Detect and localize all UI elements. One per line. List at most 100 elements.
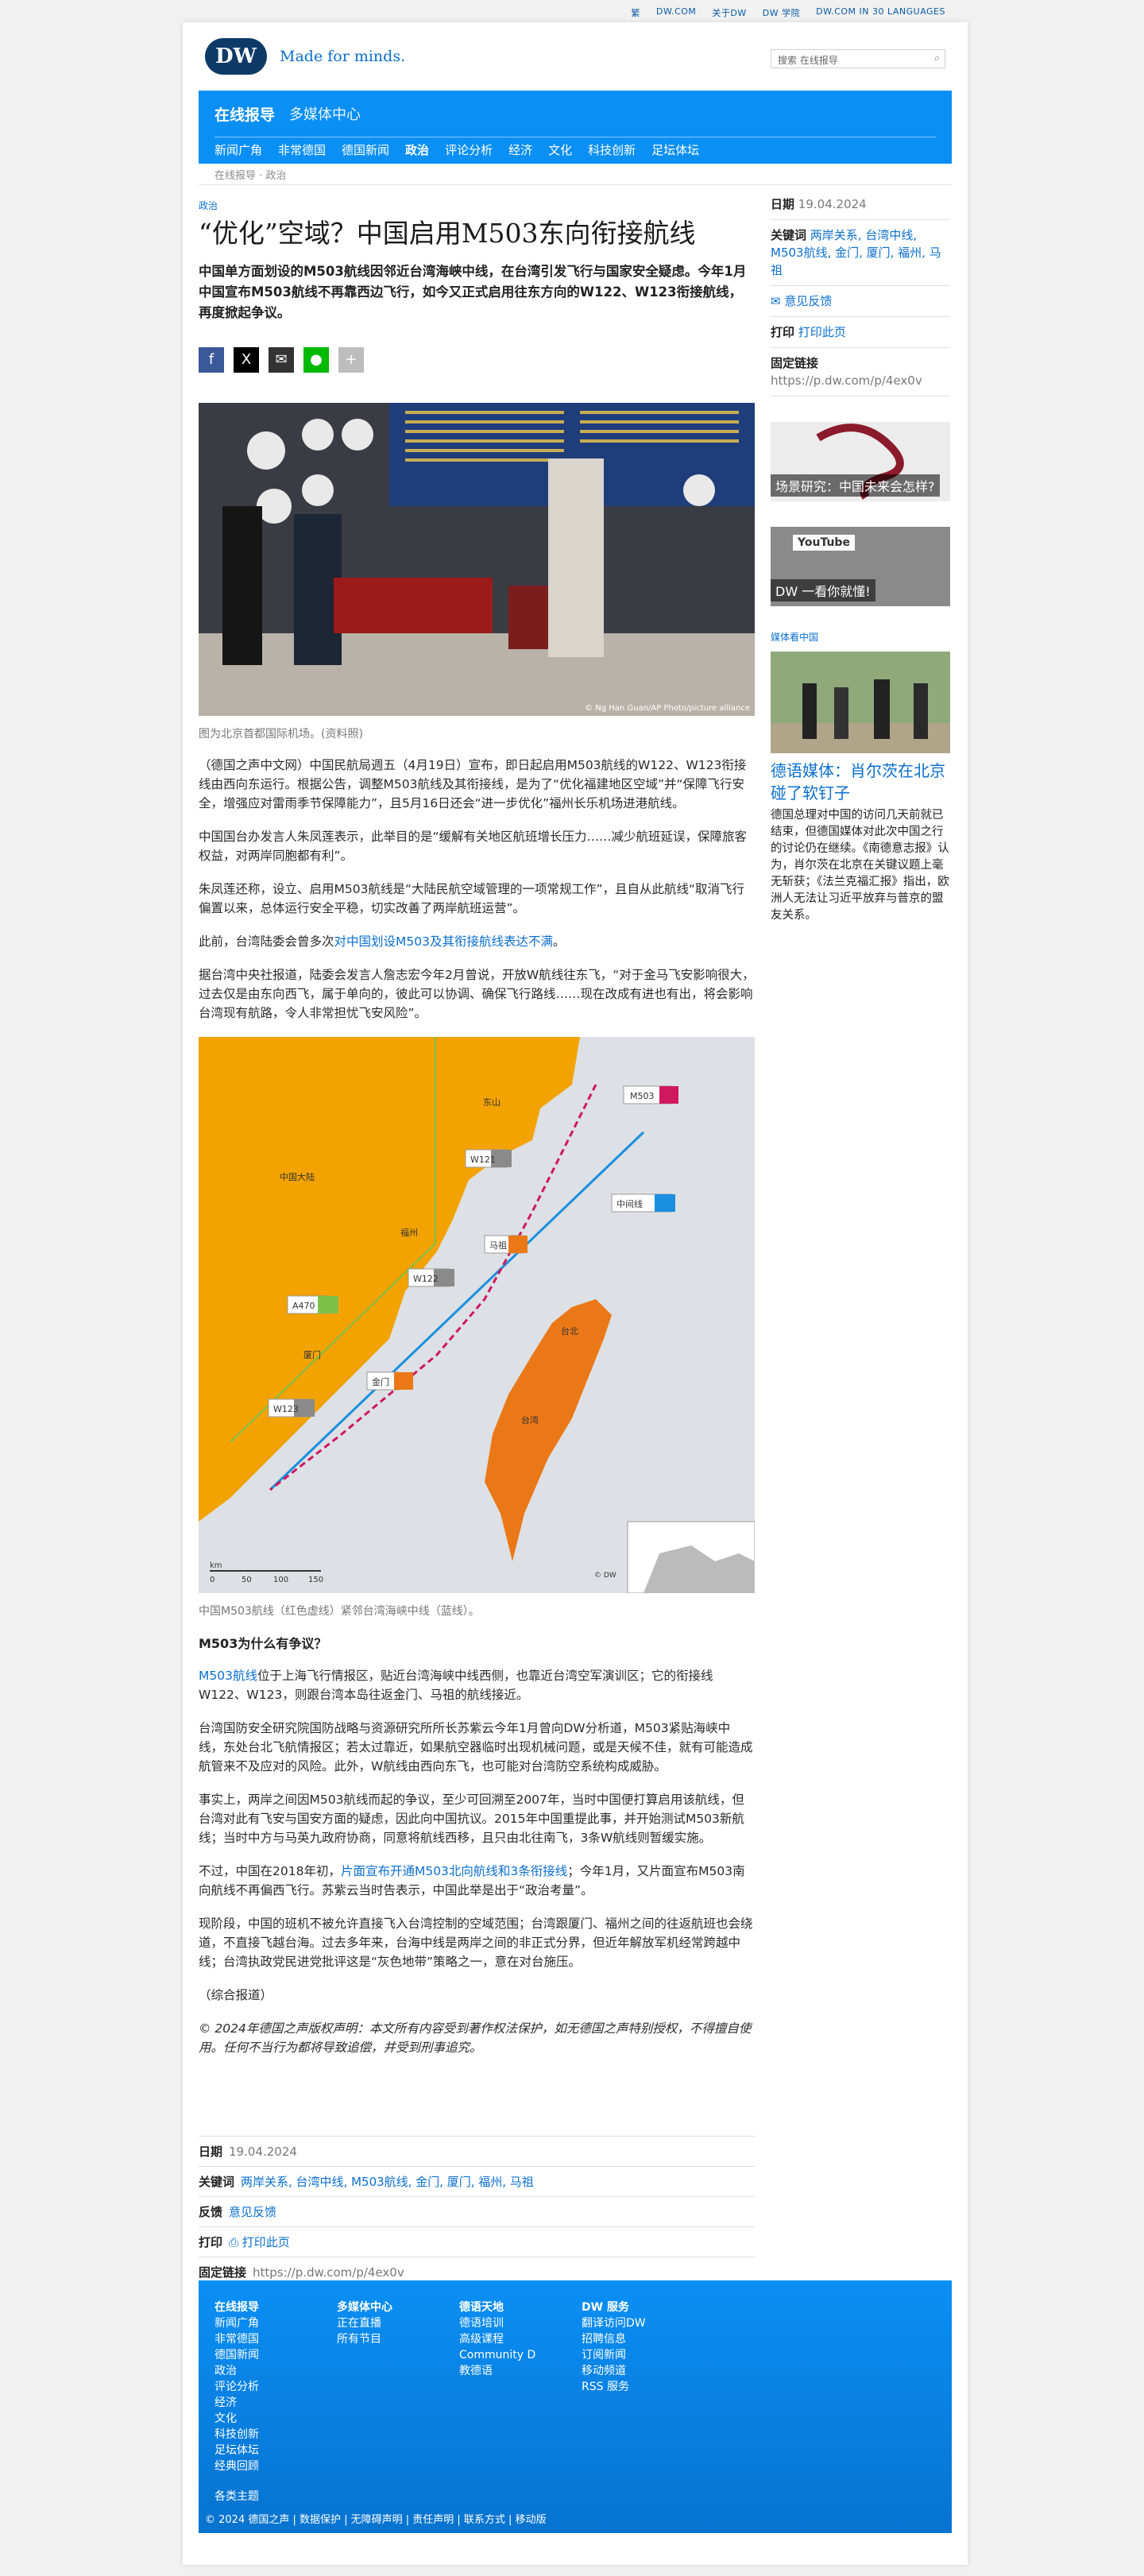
- footer-link[interactable]: 移动频道: [582, 2363, 646, 2379]
- promo-future-china[interactable]: 场景研究：中国未来会怎样?: [771, 422, 950, 501]
- footer-link[interactable]: 高级课程: [459, 2331, 535, 2347]
- nav-item-germany[interactable]: 非常德国: [278, 141, 326, 158]
- text: 。: [552, 934, 566, 949]
- map-label-fuzhou: 福州: [400, 1227, 418, 1238]
- feedback-link[interactable]: 意见反馈: [229, 2205, 276, 2219]
- nav-item-news[interactable]: 新闻广角: [214, 141, 262, 158]
- facebook-icon[interactable]: f: [199, 347, 224, 373]
- promo-label: DW 一看你就懂!: [771, 579, 875, 601]
- line-icon[interactable]: ●: [303, 347, 329, 373]
- article-title: “优化”空域？中国启用M503东向衔接航线: [199, 218, 696, 249]
- permalink[interactable]: https://p.dw.com/p/4ex0v: [771, 373, 922, 388]
- footer-link[interactable]: 所有节目: [337, 2331, 392, 2347]
- feedback-link[interactable]: 意见反馈: [784, 294, 832, 308]
- label: 反馈: [199, 2205, 223, 2219]
- label: 关键词: [199, 2175, 235, 2189]
- map-label-mazu: 马祖: [489, 1240, 507, 1251]
- side-feedback: ✉ 意见反馈: [771, 286, 950, 317]
- promo-label: 场景研究：中国未来会怎样?: [771, 474, 940, 497]
- map-label-a470: A470: [292, 1301, 315, 1311]
- footer-col-service: DW 服务 翻译访问DW 招聘信息 订阅新闻 移动频道 RSS 服务: [582, 2299, 646, 2395]
- side-keywords: 关键词 两岸关系, 台湾中线, M503航线, 金门, 厦门, 福州, 马祖: [771, 220, 950, 286]
- topbar-link-academy[interactable]: DW 学院: [763, 6, 800, 19]
- footer-link[interactable]: 政治: [214, 2363, 259, 2379]
- search-icon[interactable]: ⌕: [934, 52, 940, 64]
- footer-link[interactable]: 招聘信息: [582, 2331, 646, 2347]
- map-svg: M503 中间线 东山 中国大陆 W121 福州 马祖 W122 A470 厦门…: [199, 1037, 755, 1593]
- footer-link[interactable]: 经济: [214, 2395, 259, 2411]
- map-label-median: 中间线: [616, 1198, 643, 1209]
- info-date: 日期 19.04.2024: [199, 2136, 755, 2166]
- nav-item-sports[interactable]: 足坛体坛: [651, 141, 699, 158]
- keyword-links[interactable]: 两岸关系, 台湾中线, M503航线, 金门, 厦门, 福州, 马祖: [241, 2175, 534, 2189]
- paragraph: 不过，中国在2018年初，片面宣布开通M503北向航线和3条衔接线；今年1月，又…: [199, 1862, 755, 1900]
- paragraph: （德国之声中文网）中国民航局週五（4月19日）宣布，即日起启用M503航线的W1…: [199, 758, 747, 810]
- inline-link[interactable]: M503航线: [199, 1669, 257, 1683]
- scholz-photo[interactable]: [771, 652, 950, 753]
- map-label-mainland: 中国大陆: [280, 1171, 315, 1182]
- footer-link[interactable]: 翻译访问DW: [582, 2315, 646, 2331]
- nav-online[interactable]: 在线报导: [214, 103, 275, 125]
- footer-link[interactable]: 非常德国: [214, 2331, 259, 2347]
- dw-logo[interactable]: DW: [205, 38, 267, 75]
- side-print: 打印 打印此页: [771, 317, 950, 348]
- topbar-link-traditional[interactable]: 繁: [632, 6, 641, 19]
- nav-item-economy[interactable]: 经济: [508, 141, 532, 158]
- footer-link[interactable]: 科技创新: [214, 2427, 259, 2443]
- paragraph: 现阶段，中国的班机不被允许直接飞入台湾控制的空域范围；台湾跟厦门、福州之间的往返…: [199, 1917, 753, 1969]
- footer-link[interactable]: 文化: [214, 2411, 259, 2427]
- side-section-title[interactable]: 媒体看中国: [771, 630, 950, 644]
- footer-link[interactable]: 各类主题: [214, 2489, 259, 2504]
- promo-explainer[interactable]: YouTube DW 一看你就懂!: [771, 527, 950, 606]
- nav-item-german-news[interactable]: 德国新闻: [342, 141, 389, 158]
- print-link[interactable]: 打印此页: [242, 2235, 290, 2249]
- footer-heading: 多媒体中心: [337, 2301, 392, 2314]
- footer-link[interactable]: Community D: [459, 2347, 535, 2363]
- sidebar: 日期 19.04.2024 关键词 两岸关系, 台湾中线, M503航线, 金门…: [771, 189, 950, 924]
- footer-link[interactable]: 正在直播: [337, 2315, 392, 2331]
- slogan: Made for minds.: [280, 48, 406, 65]
- nav-item-culture[interactable]: 文化: [548, 141, 572, 158]
- print-link[interactable]: 打印此页: [798, 325, 846, 339]
- topbar-link-languages[interactable]: DW.COM IN 30 LANGUAGES: [816, 6, 945, 19]
- footer-link[interactable]: 新闻广角: [214, 2315, 259, 2331]
- breadcrumb[interactable]: 在线报导 · 政治: [214, 167, 286, 182]
- footer-link[interactable]: 德国新闻: [214, 2347, 259, 2363]
- footer-heading: 德语天地: [459, 2301, 504, 2314]
- inline-link[interactable]: 片面宣布开通M503北向航线和3条衔接线: [341, 1864, 567, 1878]
- paragraph: M503航线位于上海飞行情报区，贴近台湾海峡中线西侧，也靠近台湾空军演训区；它的…: [199, 1666, 755, 1704]
- label: 关键词: [771, 228, 807, 242]
- topbar-link-about[interactable]: 关于DW: [712, 6, 746, 19]
- side-story-title[interactable]: 德语媒体：肖尔茨在北京碰了软钉子: [771, 760, 950, 804]
- footer-link[interactable]: 评论分析: [214, 2379, 259, 2395]
- footer-link[interactable]: 教德语: [459, 2363, 535, 2379]
- article-body: （德国之声中文网）中国民航局週五（4月19日）宣布，即日起启用M503航线的W1…: [199, 756, 755, 2057]
- map-caption: 中国M503航线（红色虚线）紧邻台湾海峡中线（蓝线）。: [199, 1605, 480, 1618]
- inline-link[interactable]: 对中国划设M503及其衔接航线表达不满: [334, 934, 553, 949]
- footer-link[interactable]: 经典回顾: [214, 2458, 259, 2474]
- top-bar: 繁 DW.COM 关于DW DW 学院 DW.COM IN 30 LANGUAG…: [0, 0, 1144, 22]
- article-kicker[interactable]: 政治: [199, 199, 755, 212]
- footer-link[interactable]: RSS 服务: [582, 2379, 646, 2395]
- youtube-icon: YouTube: [793, 535, 855, 551]
- permalink[interactable]: https://p.dw.com/p/4ex0v: [253, 2265, 404, 2280]
- paragraph: 台湾国防安全研究院国防战略与资源研究所所长苏紫云今年1月曾向DW分析道，M503…: [199, 1721, 753, 1773]
- nav-item-politics[interactable]: 政治: [405, 141, 429, 158]
- footer-link[interactable]: 订阅新闻: [582, 2347, 646, 2363]
- nav-item-tech[interactable]: 科技创新: [588, 141, 636, 158]
- print-icon[interactable]: ⎙: [229, 2235, 242, 2249]
- topbar-link-dwcom[interactable]: DW.COM: [656, 6, 696, 19]
- nav-item-opinion[interactable]: 评论分析: [445, 141, 493, 158]
- footer-link[interactable]: 足坛体坛: [214, 2443, 259, 2458]
- more-share-icon[interactable]: +: [338, 347, 364, 373]
- scale-50: 50: [242, 1576, 252, 1584]
- article-teaser: 中国单方面划设的M503航线因邻近台湾海峡中线，在台湾引发飞行与国家安全疑虑。今…: [199, 264, 747, 320]
- map-label-w121: W121: [470, 1155, 496, 1165]
- footer-link[interactable]: 德语培训: [459, 2315, 535, 2331]
- footer-legal[interactable]: © 2024 德国之声 | 数据保护 | 无障碍声明 | 责任声明 | 联系方式…: [205, 2511, 547, 2526]
- mail-icon[interactable]: ✉: [269, 347, 294, 373]
- x-icon[interactable]: X: [234, 347, 259, 373]
- search-input[interactable]: 搜索 在线报导 ⌕: [771, 49, 945, 68]
- article-info: 日期 19.04.2024 关键词 两岸关系, 台湾中线, M503航线, 金门, …: [199, 2136, 755, 2287]
- nav-multimedia[interactable]: 多媒体中心: [289, 103, 361, 125]
